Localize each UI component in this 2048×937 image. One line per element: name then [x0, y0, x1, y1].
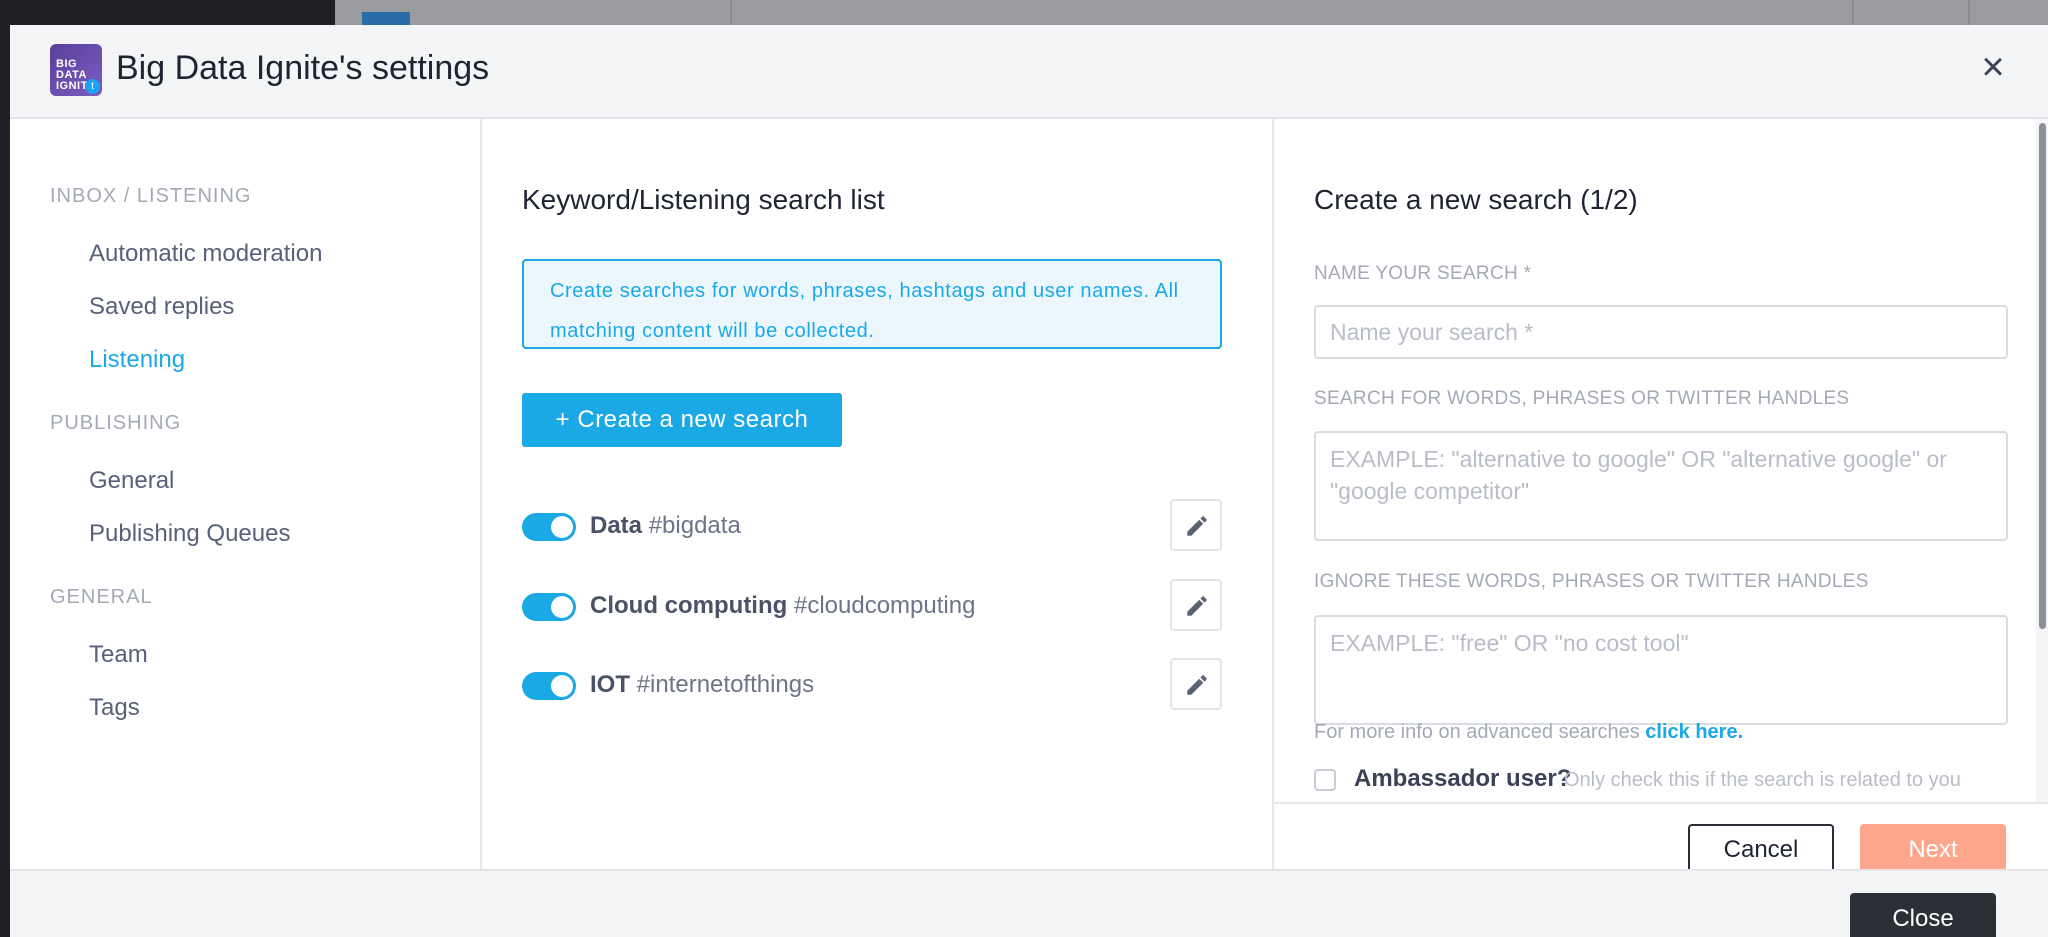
create-search-panel: Create a new search (1/2) NAME YOUR SEAR… — [1274, 119, 2048, 893]
scrollbar-track — [2036, 119, 2048, 802]
pencil-icon — [1187, 675, 1207, 695]
search-name-input[interactable] — [1314, 305, 2008, 359]
modal-title: Big Data Ignite's settings — [116, 49, 490, 87]
search-list-item: Cloud computing #cloudcomputing — [522, 579, 1222, 633]
close-icon[interactable]: × — [1978, 47, 2008, 87]
account-avatar: BIG DATA IGNITE t — [50, 44, 102, 96]
advanced-search-info: For more info on advanced searches click… — [1314, 721, 1743, 744]
search-words-textarea[interactable] — [1314, 431, 2008, 541]
name-field-label: NAME YOUR SEARCH * — [1314, 263, 1532, 284]
settings-modal: BIG DATA IGNITE t Big Data Ignite's sett… — [10, 25, 2048, 937]
sidebar-section-heading: INBOX / LISTENING — [50, 185, 252, 207]
search-enabled-toggle[interactable] — [522, 672, 576, 700]
search-hashtag: #internetofthings — [636, 671, 815, 698]
ambassador-hint: Only check this if the search is related… — [1564, 769, 1961, 791]
settings-sidebar: INBOX / LISTENING Automatic moderation S… — [10, 119, 482, 893]
search-list-item: Data #bigdata — [522, 499, 1222, 553]
pencil-icon — [1187, 516, 1207, 536]
edit-search-button[interactable] — [1170, 579, 1222, 631]
sidebar-section-heading: GENERAL — [50, 586, 153, 608]
search-hashtag: #bigdata — [648, 512, 741, 539]
search-list-title: Keyword/Listening search list — [522, 184, 885, 215]
sidebar-item-general[interactable]: General — [89, 467, 174, 495]
create-new-search-button[interactable]: + Create a new search — [522, 393, 842, 447]
search-name: Data — [590, 512, 643, 539]
words-field-label: SEARCH FOR WORDS, PHRASES OR TWITTER HAN… — [1314, 388, 1850, 409]
search-name: IOT — [590, 671, 630, 698]
search-enabled-toggle[interactable] — [522, 513, 576, 541]
ignore-field-label: IGNORE THESE WORDS, PHRASES OR TWITTER H… — [1314, 571, 1869, 592]
create-search-title: Create a new search (1/2) — [1314, 184, 1638, 215]
search-hashtag: #cloudcomputing — [793, 592, 976, 619]
search-enabled-toggle[interactable] — [522, 593, 576, 621]
info-message: Create searches for words, phrases, hash… — [522, 259, 1222, 349]
search-list-panel: Keyword/Listening search list Create sea… — [482, 119, 1274, 893]
sidebar-section-heading: PUBLISHING — [50, 412, 182, 434]
background-divider — [730, 0, 732, 28]
background-app-header — [335, 0, 2048, 28]
sidebar-item-saved-replies[interactable]: Saved replies — [89, 293, 234, 321]
sidebar-item-tags[interactable]: Tags — [89, 694, 140, 722]
modal-header: BIG DATA IGNITE t Big Data Ignite's sett… — [10, 25, 2048, 119]
advanced-search-link[interactable]: click here. — [1645, 721, 1743, 743]
close-button[interactable]: Close — [1850, 893, 1996, 937]
ambassador-label: Ambassador user? — [1354, 765, 1572, 792]
modal-footer: Close — [10, 869, 2048, 937]
scrollbar-thumb[interactable] — [2039, 123, 2046, 629]
background-divider — [1968, 0, 1970, 28]
edit-search-button[interactable] — [1170, 658, 1222, 710]
ignore-words-textarea[interactable] — [1314, 615, 2008, 725]
edit-search-button[interactable] — [1170, 499, 1222, 551]
search-name: Cloud computing — [590, 592, 788, 619]
background-divider — [1852, 0, 1854, 28]
twitter-icon: t — [85, 79, 100, 94]
pencil-icon — [1187, 596, 1207, 616]
more-info-text: For more info on advanced searches — [1314, 721, 1640, 743]
ambassador-checkbox[interactable] — [1314, 769, 1336, 791]
sidebar-item-automatic-moderation[interactable]: Automatic moderation — [89, 240, 322, 268]
search-list-item: IOT #internetofthings — [522, 658, 1222, 712]
sidebar-item-listening[interactable]: Listening — [89, 346, 185, 374]
sidebar-item-team[interactable]: Team — [89, 641, 148, 669]
sidebar-item-publishing-queues[interactable]: Publishing Queues — [89, 520, 290, 548]
